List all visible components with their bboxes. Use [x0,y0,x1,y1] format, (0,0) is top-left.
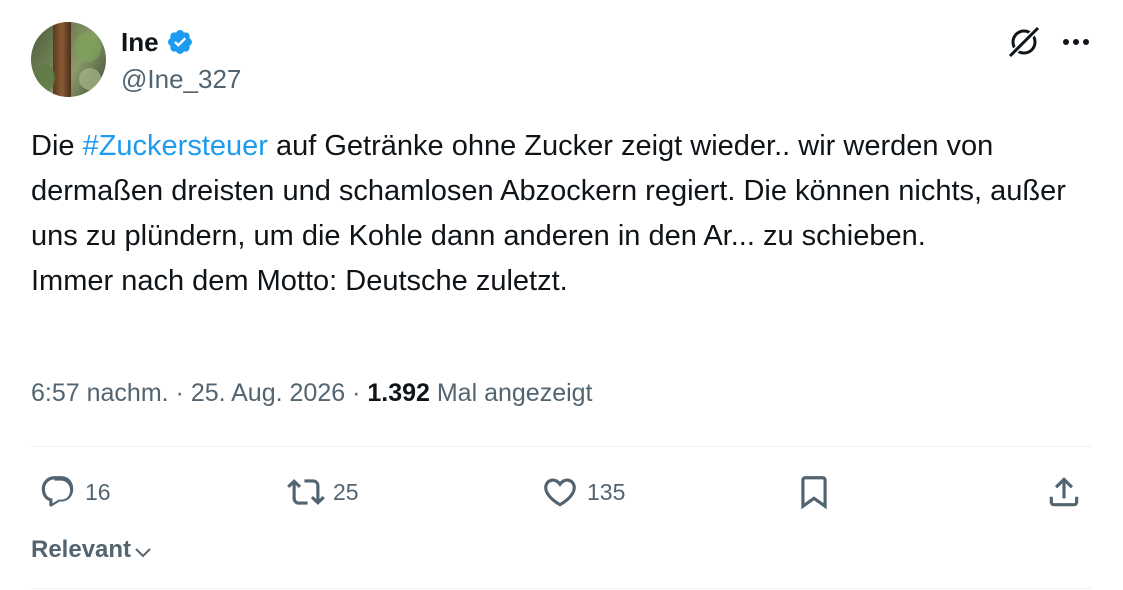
share-button[interactable] [1045,468,1083,516]
meta-separator: · [345,379,368,407]
action-bar: 16 25 135 [31,468,1092,516]
reply-icon [41,476,74,507]
divider [31,588,1092,589]
avatar-foliage [35,64,55,92]
like-button[interactable]: 135 [541,468,625,516]
avatar[interactable] [31,22,106,97]
repost-count: 25 [333,478,359,505]
author-name-row: Ine [121,27,194,57]
bookmark-icon [801,476,827,510]
tweet-text: Die #Zuckersteuer auf Getränke ohne Zuck… [31,124,1101,304]
heart-icon [544,478,576,507]
author-display-name[interactable]: Ine [121,27,159,57]
repost-icon [287,479,325,505]
reply-count: 16 [85,478,111,505]
grok-icon[interactable] [1006,24,1042,60]
repost-button[interactable]: 25 [287,468,359,516]
divider [31,446,1092,447]
more-icon[interactable] [1060,32,1092,52]
author-handle[interactable]: @Ine_327 [121,64,241,95]
avatar-foliage [79,68,101,90]
like-count: 135 [587,478,626,505]
avatar-foliage [75,32,101,62]
chevron-down-icon [135,548,151,558]
meta-separator: · [168,379,191,407]
sort-relevant-dropdown[interactable]: Relevant [31,536,153,564]
tweet-date[interactable]: 25. Aug. 2026 [191,379,345,407]
share-icon [1049,477,1079,507]
views-label: Mal angezeigt [429,379,593,407]
views-count: 1.392 [367,379,430,407]
sort-label: Relevant [31,536,132,563]
verified-badge-icon[interactable] [166,28,194,56]
avatar-tree-trunk [53,22,71,97]
reply-button[interactable]: 16 [39,468,111,516]
tweet-text-part: Die [31,130,83,162]
tweet-time[interactable]: 6:57 nachm. [31,379,169,407]
hashtag-link[interactable]: #Zuckersteuer [83,130,268,162]
bookmark-button[interactable] [795,468,833,516]
tweet-meta: 6:57 nachm. · 25. Aug. 2026 · 1.392 Mal … [31,379,593,408]
